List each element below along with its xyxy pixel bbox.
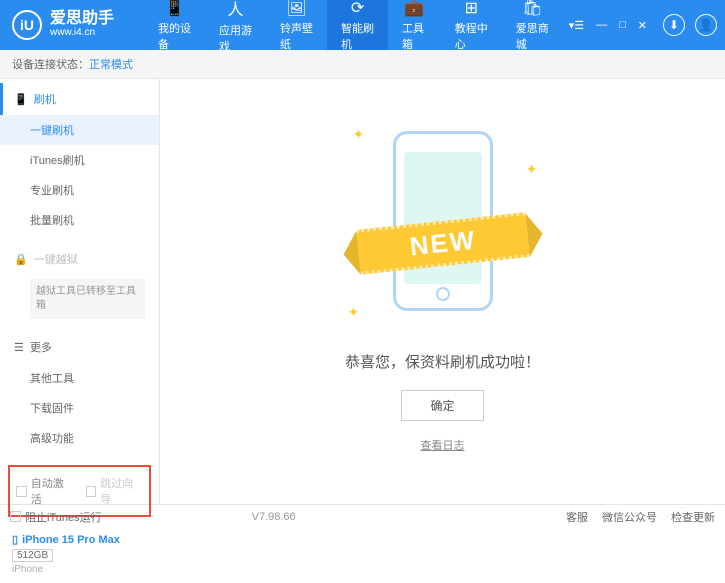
sidebar-item-othertools[interactable]: 其他工具 — [0, 363, 159, 393]
nav-apps-games[interactable]: 人应用游戏 — [205, 0, 266, 50]
ringtone-icon: 🖼 — [286, 0, 306, 18]
sidebar-item-oneclick[interactable]: 一键刷机 — [0, 115, 159, 145]
phone-icon: 📱 — [14, 93, 28, 106]
nav-toolbox[interactable]: 💼工具箱 — [388, 0, 441, 50]
phone-small-icon: ▯ — [12, 533, 18, 546]
window-controls: ▾☰ — □ ✕ — [563, 15, 653, 36]
device-info: ▯iPhone 15 Pro Max 512GB iPhone — [0, 525, 159, 583]
nav-smart-flash[interactable]: ⟳智能刷机 — [327, 0, 388, 50]
nav-my-device[interactable]: 📱我的设备 — [144, 0, 205, 50]
device-storage: 512GB — [12, 549, 53, 562]
apps-icon: 人 — [228, 0, 244, 20]
status-value: 正常模式 — [89, 59, 133, 71]
sidebar-item-itunes[interactable]: iTunes刷机 — [0, 145, 159, 175]
logo: iU 爱思助手 www.i4.cn — [12, 10, 114, 40]
store-icon: 🛍 — [522, 0, 542, 18]
checkbox-skip-guide[interactable]: 跳过向导 — [86, 475, 144, 507]
app-url: www.i4.cn — [50, 27, 114, 39]
close-icon[interactable]: ✕ — [632, 15, 653, 36]
device-icon: 📱 — [165, 0, 185, 18]
success-message: 恭喜您，保资料刷机成功啦！ — [345, 351, 540, 372]
jailbreak-note: 越狱工具已转移至工具箱 — [30, 279, 145, 319]
view-log-link[interactable]: 查看日志 — [421, 437, 465, 453]
sidebar-item-firmware[interactable]: 下载固件 — [0, 393, 159, 423]
footer-wechat[interactable]: 微信公众号 — [602, 509, 657, 525]
status-label: 设备连接状态： — [12, 59, 89, 71]
nav-ringtones[interactable]: 🖼铃声壁纸 — [266, 0, 327, 50]
success-illustration: NEW ✦ ✦ ✦ — [378, 131, 508, 331]
sidebar-section-more[interactable]: ☰更多 — [0, 331, 159, 363]
footer-support[interactable]: 客服 — [566, 509, 588, 525]
footer-update[interactable]: 检查更新 — [671, 509, 715, 525]
checkbox-block-itunes[interactable]: 阻止iTunes运行 — [10, 509, 102, 525]
logo-icon: iU — [12, 10, 42, 40]
tutorial-icon: ⊞ — [465, 0, 478, 18]
lock-icon: 🔒 — [14, 253, 28, 266]
nav-store[interactable]: 🛍爱思商城 — [502, 0, 563, 50]
top-nav: 📱我的设备 人应用游戏 🖼铃声壁纸 ⟳智能刷机 💼工具箱 ⊞教程中心 🛍爱思商城 — [144, 0, 563, 50]
main-content: NEW ✦ ✦ ✦ 恭喜您，保资料刷机成功啦！ 确定 查看日志 — [160, 79, 725, 504]
version-label: V7.98.66 — [252, 511, 296, 523]
maximize-icon[interactable]: □ — [613, 15, 632, 35]
app-header: iU 爱思助手 www.i4.cn 📱我的设备 人应用游戏 🖼铃声壁纸 ⟳智能刷… — [0, 0, 725, 50]
sidebar-item-pro[interactable]: 专业刷机 — [0, 175, 159, 205]
checkbox-auto-activate[interactable]: 自动激活 — [16, 475, 74, 507]
status-bar: 设备连接状态：正常模式 — [0, 50, 725, 79]
toolbox-icon: 💼 — [404, 0, 424, 18]
minimize-icon[interactable]: — — [590, 15, 613, 35]
menu-icon[interactable]: ▾☰ — [563, 15, 590, 36]
nav-tutorials[interactable]: ⊞教程中心 — [441, 0, 502, 50]
sidebar-section-flash[interactable]: 📱刷机 — [0, 83, 159, 115]
download-icon[interactable]: ⬇ — [663, 14, 685, 36]
user-icon[interactable]: 👤 — [695, 14, 717, 36]
device-name[interactable]: ▯iPhone 15 Pro Max — [12, 533, 147, 546]
sidebar: 📱刷机 一键刷机 iTunes刷机 专业刷机 批量刷机 🔒一键越狱 越狱工具已转… — [0, 79, 160, 504]
confirm-button[interactable]: 确定 — [401, 390, 483, 421]
sidebar-item-advanced[interactable]: 高级功能 — [0, 423, 159, 453]
sidebar-section-jailbreak[interactable]: 🔒一键越狱 — [0, 243, 159, 275]
app-name: 爱思助手 — [50, 11, 114, 27]
flash-icon: ⟳ — [351, 0, 364, 18]
sidebar-item-batch[interactable]: 批量刷机 — [0, 205, 159, 235]
new-banner: NEW — [356, 212, 530, 275]
device-type: iPhone — [12, 564, 147, 575]
more-icon: ☰ — [14, 341, 24, 354]
